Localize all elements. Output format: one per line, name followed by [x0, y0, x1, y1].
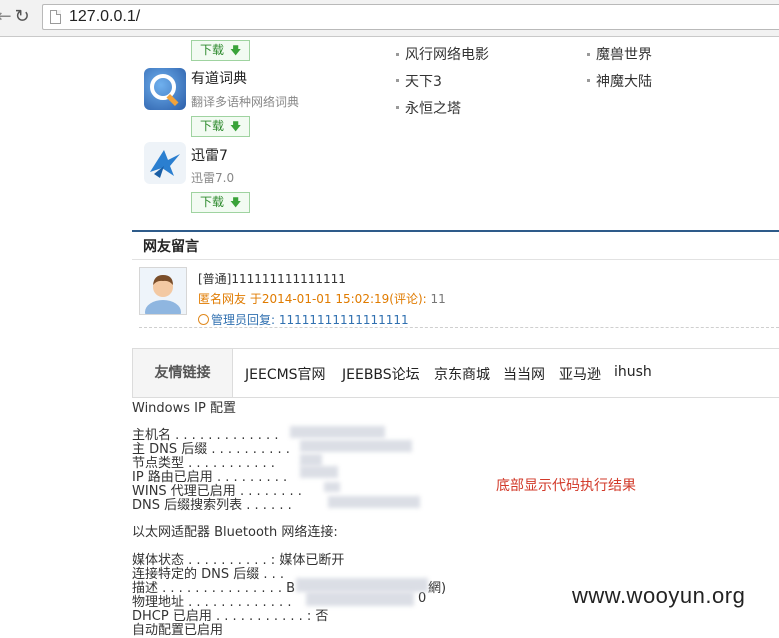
- comment-count: 11: [430, 292, 446, 306]
- annotation-text: 底部显示代码执行结果: [496, 478, 636, 494]
- redacted-value: [328, 496, 420, 508]
- redacted-value: [324, 482, 340, 492]
- download-arrow-icon: 🡇: [230, 120, 242, 133]
- friend-link[interactable]: 当当网: [503, 364, 545, 384]
- friend-link[interactable]: 京东商城: [434, 364, 490, 384]
- section-underline: [132, 259, 779, 260]
- bullet-icon: [396, 53, 399, 56]
- friend-links-title: 友情链接: [133, 349, 233, 397]
- reload-icon[interactable]: ↻: [10, 5, 34, 29]
- bullet-icon: [396, 106, 399, 109]
- autoconfig-label: 自动配置已启用: [132, 623, 224, 638]
- download-button[interactable]: 下载 🡇: [191, 192, 250, 213]
- bullet-icon: [587, 53, 590, 56]
- url-text: 127.0.0.1/: [69, 8, 141, 25]
- browser-toolbar: ← ↻ 127.0.0.1/: [0, 0, 779, 37]
- friend-links: 友情链接 JEECMS官网 JEEBBS论坛 京东商城 当当网 亚马逊 ihus…: [132, 348, 779, 398]
- comments-title: 网友留言: [143, 239, 199, 255]
- game-link[interactable]: 神魔大陆: [596, 71, 652, 91]
- address-bar[interactable]: 127.0.0.1/: [42, 4, 779, 30]
- download-arrow-icon: 🡇: [230, 44, 242, 57]
- game-link[interactable]: 风行网络电影: [405, 44, 489, 64]
- watermark: www.wooyun.org: [572, 583, 746, 608]
- game-link[interactable]: 永恒之塔: [405, 98, 461, 118]
- redacted-value: [300, 454, 322, 466]
- redacted-value: [300, 440, 412, 452]
- app-name[interactable]: 迅雷7: [191, 145, 228, 165]
- redacted-value: [306, 592, 414, 606]
- redacted-value: [290, 426, 385, 438]
- youdao-dictionary-icon: [144, 68, 186, 110]
- avatar: [139, 267, 187, 315]
- download-button[interactable]: 下载 🡇: [191, 116, 250, 137]
- description-value-end: 網): [428, 581, 447, 596]
- app-description: 迅雷7.0: [191, 171, 235, 185]
- page-icon: [50, 10, 61, 24]
- dns-search-label: DNS 后缀搜索列表 . . . . . .: [132, 498, 292, 513]
- download-arrow-icon: 🡇: [230, 196, 242, 209]
- redacted-value: [300, 466, 338, 478]
- app-name[interactable]: 有道词典: [191, 68, 247, 88]
- physical-address-end: 0: [418, 591, 427, 606]
- friend-link[interactable]: JEEBBS论坛: [342, 364, 420, 384]
- comment-meta: 匿名网友 于2014-01-01 15:02:19(评论): 11: [198, 292, 446, 306]
- friend-link[interactable]: ihush: [614, 364, 652, 380]
- reply-icon: [198, 314, 209, 325]
- friend-link[interactable]: 亚马逊: [559, 364, 601, 384]
- ipconfig-header: Windows IP 配置: [132, 401, 236, 416]
- comment-divider: [139, 327, 779, 328]
- thunder-bird-icon: [144, 142, 186, 184]
- bullet-icon: [396, 79, 399, 82]
- app-description: 翻译多语种网络词典: [191, 95, 300, 109]
- redacted-value: [296, 578, 428, 592]
- section-divider: [132, 230, 779, 232]
- comment-content: [普通]111111111111111: [198, 272, 346, 286]
- bullet-icon: [587, 79, 590, 82]
- game-link[interactable]: 天下3: [405, 71, 442, 91]
- adapter-header: 以太网适配器 Bluetooth 网络连接:: [132, 525, 338, 540]
- game-link[interactable]: 魔兽世界: [596, 44, 652, 64]
- friend-link[interactable]: JEECMS官网: [245, 364, 326, 384]
- admin-reply: 管理员回复: 11111111111111111: [198, 311, 409, 328]
- download-button[interactable]: 下载 🡇: [191, 40, 250, 61]
